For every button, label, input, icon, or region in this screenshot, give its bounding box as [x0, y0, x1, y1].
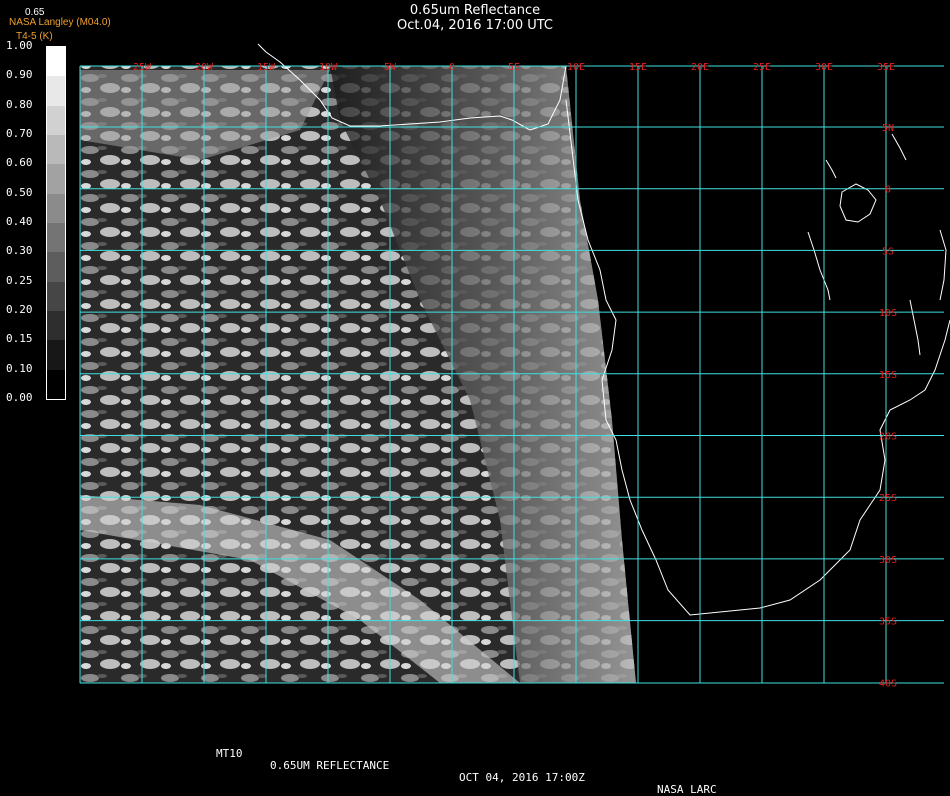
longitude-label: 20W [195, 62, 214, 73]
imagery-layer [80, 66, 636, 683]
latitude-label: 25S [879, 493, 897, 504]
footer-source: NASA LARC [657, 783, 717, 796]
coastline-east-2 [939, 229, 947, 301]
latitude-label: 40S [879, 678, 897, 689]
longitude-label: 10W [319, 62, 338, 73]
latitude-labels: 5N 0 5S 10S 15S 20S 25S 30S 35S 40S [879, 123, 897, 689]
lake-tanganyika [807, 231, 831, 301]
longitude-label: 35E [877, 62, 895, 73]
latitude-label: 20S [879, 432, 897, 443]
longitude-label: 15W [257, 62, 276, 73]
coastline-east [891, 133, 907, 161]
longitude-label: 25E [753, 62, 771, 73]
lake-albert [825, 159, 837, 179]
longitude-label: 5E [508, 62, 520, 73]
longitude-label: 10E [567, 62, 585, 73]
lake-victoria [839, 183, 877, 223]
latitude-label: 35S [879, 617, 897, 628]
longitude-label: 0 [449, 62, 455, 73]
latitude-label: 15S [879, 370, 897, 381]
latitude-label: 5N [882, 123, 894, 134]
longitude-label: 15E [629, 62, 647, 73]
lake-malawi [909, 299, 921, 356]
longitude-label: 5W [384, 62, 397, 73]
latitude-label: 5S [882, 246, 894, 257]
latitude-label: 10S [879, 308, 897, 319]
longitude-label: 30E [815, 62, 833, 73]
satellite-map: 25W 20W 15W 10W 5W 0 5E 10E 15E 20E 25E 30E 35E 5N05… [79, 43, 950, 689]
longitude-label: 20E [691, 62, 709, 73]
footer-datetime: OCT 04, 2016 17:00Z [459, 771, 585, 784]
longitude-label: 25W [133, 62, 152, 73]
latitude-label: 30S [879, 555, 897, 566]
coastline-southwest-africa [565, 99, 950, 616]
footer-field: 0.65UM REFLECTANCE [270, 759, 390, 772]
latitude-label: 0 [885, 185, 891, 196]
footer-bar: MT10 0.65UM REFLECTANCE OCT 04, 2016 17:… [0, 736, 950, 796]
